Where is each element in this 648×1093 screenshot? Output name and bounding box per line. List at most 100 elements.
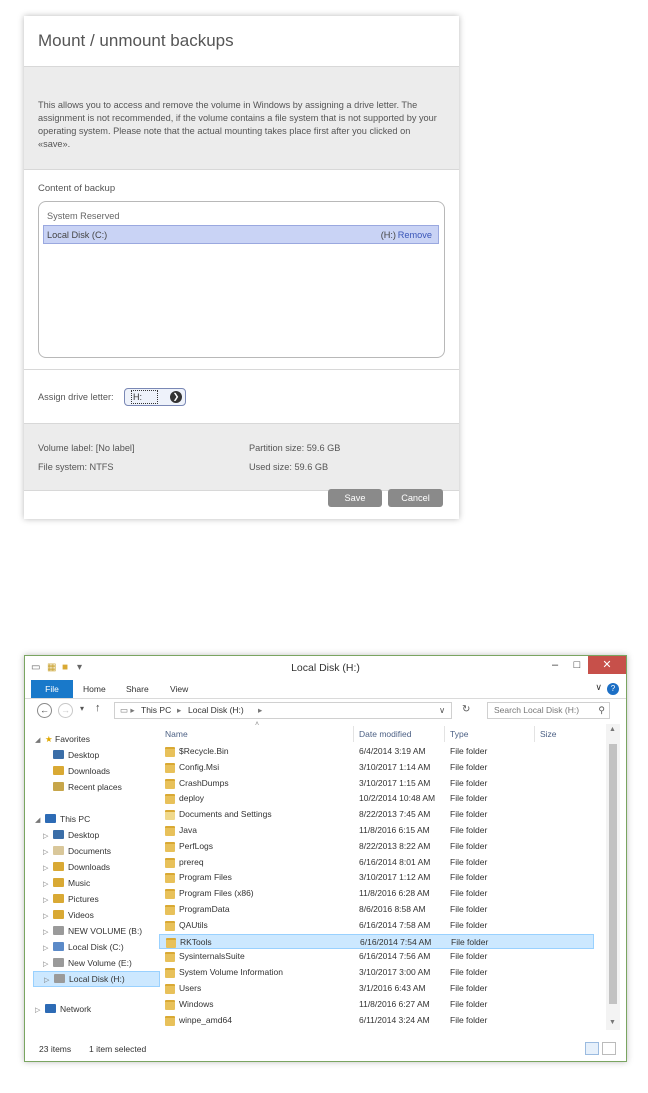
file-row[interactable]: SysinternalsSuite 6/16/2014 7:56 AM File f… xyxy=(159,949,594,964)
column-size[interactable]: Size xyxy=(540,726,557,742)
file-type: File folder xyxy=(450,793,488,804)
file-row[interactable]: PerfLogs 8/22/2013 8:22 AM File folder xyxy=(159,839,594,854)
file-date: 3/10/2017 3:00 AM xyxy=(359,967,431,978)
file-row[interactable]: RKTools 6/16/2014 7:54 AM File folder xyxy=(159,933,594,949)
column-type[interactable]: Type xyxy=(450,726,468,742)
file-row[interactable]: winpe_amd64 6/11/2014 3:24 AM File folder xyxy=(159,1013,594,1028)
remove-link[interactable]: Remove xyxy=(398,230,432,240)
tab-share[interactable]: Share xyxy=(126,680,149,698)
file-type: File folder xyxy=(450,825,488,835)
cancel-button[interactable]: Cancel xyxy=(388,489,443,507)
nav-fav-desktop[interactable]: Desktop xyxy=(53,748,99,762)
nav-pc-videos[interactable]: ▷ Videos xyxy=(43,908,94,922)
folder-icon xyxy=(165,873,175,884)
file-row[interactable]: Users 3/1/2016 6:43 AM File folder xyxy=(159,981,594,996)
crumb-this-pc[interactable]: This PC xyxy=(141,703,171,718)
close-icon[interactable]: ✕ xyxy=(588,656,626,674)
file-date: 11/8/2016 6:15 AM xyxy=(359,825,430,835)
mount-dialog: Mount / unmount backups This allows you … xyxy=(24,16,459,519)
file-row[interactable]: QAUtils 6/16/2014 7:58 AM File folder xyxy=(159,918,594,933)
file-date: 8/22/2013 8:22 AM xyxy=(359,840,431,851)
volume-label: Volume label: [No label] xyxy=(38,443,135,453)
scroll-up-icon[interactable]: ▲ xyxy=(609,726,616,733)
file-type: File folder xyxy=(450,983,488,993)
file-row[interactable]: Program Files 3/10/2017 1:12 AM File folde… xyxy=(159,870,594,885)
details-view-icon[interactable] xyxy=(585,1042,599,1055)
column-name[interactable]: Name xyxy=(165,726,188,742)
nav-pc-local-h[interactable]: ▷ Local Disk (H:) xyxy=(33,971,160,987)
large-icons-view-icon[interactable] xyxy=(602,1042,616,1055)
nav-this-pc[interactable]: ◢ This PC xyxy=(35,812,90,826)
folder-icon xyxy=(165,826,175,836)
save-button[interactable]: Save xyxy=(328,489,382,507)
maximize-icon[interactable]: □ xyxy=(567,656,587,674)
scrollbar-thumb[interactable] xyxy=(609,744,617,1004)
nav-pc-downloads[interactable]: ▷ Downloads xyxy=(43,860,110,874)
file-row[interactable]: CrashDumps 3/10/2017 1:15 AM File folder xyxy=(159,776,594,791)
file-name: $Recycle.Bin xyxy=(179,746,229,756)
tab-file[interactable]: File xyxy=(31,680,73,698)
file-type: File folder xyxy=(450,904,488,914)
minimize-icon[interactable]: – xyxy=(545,656,565,674)
nav-label: Music xyxy=(68,878,91,888)
file-row[interactable]: Program Files (x86) 11/8/2016 6:28 AM File… xyxy=(159,886,594,901)
file-row[interactable]: Windows 11/8/2016 6:27 AM File folder xyxy=(159,997,594,1012)
computer-icon xyxy=(45,814,56,823)
drive-letter-select[interactable]: H: ❯ xyxy=(124,388,186,406)
backup-content-list: System Reserved Local Disk (C:) (H:) Rem… xyxy=(38,201,445,358)
file-row[interactable]: prereq 6/16/2014 8:01 AM File folder xyxy=(159,855,594,870)
dialog-title: Mount / unmount backups xyxy=(38,31,234,50)
back-icon[interactable]: ← xyxy=(37,703,52,718)
folder-icon xyxy=(165,920,175,931)
folder-icon xyxy=(165,984,175,994)
tab-view[interactable]: View xyxy=(170,680,188,698)
recent-locations-icon[interactable]: ▾ xyxy=(80,704,84,713)
nav-pc-volume-b[interactable]: ▷ NEW VOLUME (B:) xyxy=(43,924,142,938)
search-input[interactable]: Search Local Disk (H:) ⚲ xyxy=(487,702,610,719)
file-row[interactable]: ProgramData 8/6/2016 8:58 AM File folder xyxy=(159,902,594,917)
disk-row-local-c[interactable]: Local Disk (C:) (H:) Remove xyxy=(43,225,439,244)
file-name: Windows xyxy=(179,998,214,1009)
nav-pc-volume-e[interactable]: ▷ New Volume (E:) xyxy=(43,956,132,970)
tab-home[interactable]: Home xyxy=(83,680,106,698)
file-type: File folder xyxy=(450,888,488,899)
videos-icon xyxy=(53,910,64,919)
forward-icon[interactable]: → xyxy=(58,703,73,718)
drive-icon xyxy=(54,974,65,983)
crumb-local-disk[interactable]: Local Disk (H:) xyxy=(188,703,244,718)
nav-fav-recent[interactable]: Recent places xyxy=(53,780,122,794)
nav-pc-documents[interactable]: ▷ Documents xyxy=(43,844,111,858)
vertical-scrollbar[interactable]: ▲ ▼ xyxy=(606,724,620,1030)
nav-favorites[interactable]: ◢ ★ Favorites xyxy=(35,732,90,746)
nav-pc-local-c[interactable]: ▷ Local Disk (C:) xyxy=(43,940,124,954)
file-row[interactable]: System Volume Information 3/10/2017 3:00 … xyxy=(159,965,594,980)
nav-pc-desktop[interactable]: ▷ Desktop xyxy=(43,828,99,842)
file-name: ProgramData xyxy=(179,904,230,914)
scroll-down-icon[interactable]: ▼ xyxy=(609,1019,616,1026)
refresh-icon[interactable]: ↻ xyxy=(462,704,470,715)
file-row[interactable]: Documents and Settings 8/22/2013 7:45 AM F… xyxy=(159,807,594,822)
nav-fav-downloads[interactable]: Downloads xyxy=(53,764,110,778)
expand-ribbon-icon[interactable]: ∨ xyxy=(595,682,602,693)
up-icon[interactable]: ↑ xyxy=(95,702,101,714)
help-icon[interactable]: ? xyxy=(607,683,619,695)
file-row[interactable]: Config.Msi 3/10/2017 1:14 AM File folder xyxy=(159,760,594,775)
crumb-separator-icon: ▸ xyxy=(177,705,182,715)
drive-small-icon: ▭ ▸ xyxy=(120,705,135,715)
folder-icon xyxy=(166,937,176,948)
file-explorer-window: ▭ ▦ ■ ▾ Local Disk (H:) – □ ✕ File Home … xyxy=(24,655,627,1062)
nav-pc-pictures[interactable]: ▷ Pictures xyxy=(43,892,99,906)
expand-icon: ▷ xyxy=(43,833,49,840)
address-dropdown-icon[interactable]: ∨ xyxy=(439,703,445,718)
ribbon-tabs: File Home Share View ∨ ? xyxy=(25,680,626,699)
nav-label: Documents xyxy=(68,846,111,856)
desktop-icon xyxy=(53,830,64,839)
file-row[interactable]: $Recycle.Bin 6/4/2014 3:19 AM File folder xyxy=(159,744,594,759)
file-row[interactable]: Java 11/8/2016 6:15 AM File folder xyxy=(159,823,594,838)
column-date[interactable]: Date modified xyxy=(359,726,411,742)
nav-pc-music[interactable]: ▷ Music xyxy=(43,876,90,890)
selection-count: 1 item selected xyxy=(89,1044,147,1054)
nav-network[interactable]: ▷ Network xyxy=(35,1002,91,1016)
file-row[interactable]: deploy 10/2/2014 10:48 AM File folder xyxy=(159,791,594,806)
address-field[interactable]: ▭ ▸ This PC ▸ Local Disk (H:) ▸ ∨ xyxy=(114,702,452,719)
